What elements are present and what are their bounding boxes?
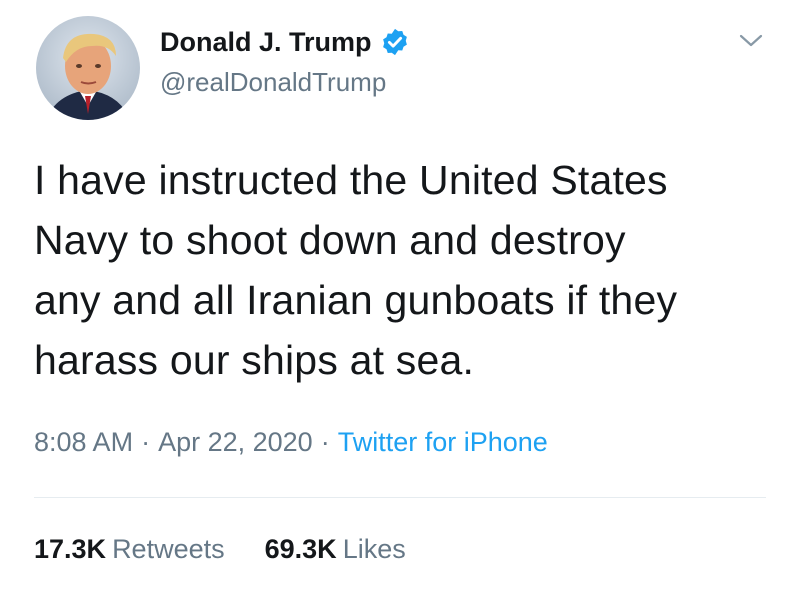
tweet-text-line: any and all Iranian gunboats if they [34, 277, 678, 323]
chevron-down-icon[interactable] [736, 30, 766, 52]
tweet-text-line: harass our ships at sea. [34, 337, 475, 383]
avatar-image [36, 16, 140, 120]
author-display-name[interactable]: Donald J. Trump [160, 26, 372, 58]
avatar[interactable] [36, 16, 140, 120]
meta-separator: · [320, 427, 330, 457]
tweet-meta: 8:08 AM · Apr 22, 2020 · Twitter for iPhone [34, 424, 548, 460]
tweet-stats: 17.3K Retweets 69.3K Likes [34, 531, 406, 567]
tweet-text-line: I have instructed the United States [34, 157, 668, 203]
retweets-label: Retweets [112, 534, 225, 564]
author-handle[interactable]: @realDonaldTrump [160, 66, 386, 98]
tweet-source-link[interactable]: Twitter for iPhone [338, 427, 548, 457]
likes-count: 69.3K [264, 534, 337, 564]
retweets-count: 17.3K [34, 534, 107, 564]
author-name-row: Donald J. Trump [160, 26, 410, 58]
meta-separator: · [141, 427, 151, 457]
tweet-time[interactable]: 8:08 AM [34, 427, 133, 457]
divider [34, 497, 766, 498]
likes-label: Likes [342, 534, 406, 564]
tweet-date[interactable]: Apr 22, 2020 [158, 427, 313, 457]
tweet-text: I have instructed the United States Navy… [34, 150, 774, 390]
verified-badge-icon [380, 27, 410, 57]
retweets-stat[interactable]: 17.3K Retweets [34, 531, 225, 567]
likes-stat[interactable]: 69.3K Likes [265, 531, 406, 567]
tweet-text-line: Navy to shoot down and destroy [34, 217, 626, 263]
tweet-card: Donald J. Trump @realDonaldTrump I have … [0, 0, 800, 593]
